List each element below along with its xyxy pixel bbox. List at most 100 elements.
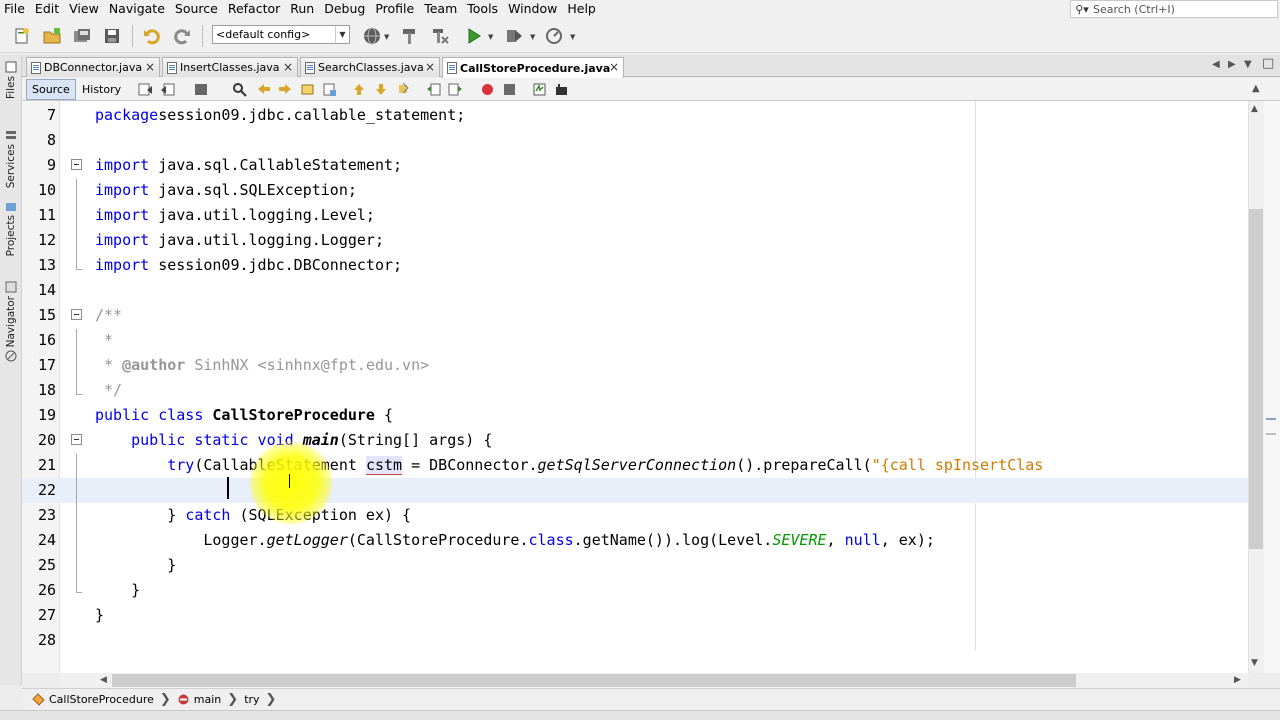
- menu-file[interactable]: File: [0, 0, 31, 18]
- code-line[interactable]: 21 try(CallableStatement cstm = DBConnec…: [22, 453, 1248, 478]
- toggle-bookmark-2-icon[interactable]: [396, 82, 411, 97]
- vertical-scrollbar-thumb[interactable]: [1249, 209, 1263, 549]
- fold-toggle-icon[interactable]: [71, 159, 82, 170]
- close-icon[interactable]: ×: [283, 60, 293, 74]
- redo-icon[interactable]: [170, 24, 194, 48]
- breadcrumb-class[interactable]: CallStoreProcedure: [32, 693, 154, 706]
- search-input[interactable]: Search (Ctrl+I): [1093, 3, 1175, 16]
- scroll-down-icon[interactable]: ▼: [1251, 658, 1258, 668]
- tab-scroll-right-icon[interactable]: ▶: [1228, 59, 1236, 70]
- tab-searchclasses[interactable]: SearchClasses.java ×: [300, 57, 440, 77]
- code-line[interactable]: 16 *: [22, 328, 1248, 353]
- code-line[interactable]: 28: [22, 628, 1248, 653]
- projects-tab[interactable]: Projects: [0, 200, 22, 256]
- maximize-icon[interactable]: □: [1262, 56, 1274, 71]
- scroll-up-icon[interactable]: ▲: [1251, 104, 1258, 114]
- horizontal-scrollbar-thumb[interactable]: [112, 674, 1076, 687]
- tab-callstoreprocedure[interactable]: CallStoreProcedure.java ×: [442, 57, 624, 78]
- code-line[interactable]: 22: [22, 478, 1248, 503]
- scroll-left-icon[interactable]: ◀: [100, 675, 107, 685]
- menu-profile[interactable]: Profile: [371, 0, 420, 18]
- run-icon[interactable]: [462, 24, 486, 48]
- close-icon[interactable]: ×: [425, 60, 435, 74]
- fold-toggle-icon[interactable]: [71, 309, 82, 320]
- toggle-highlight-icon[interactable]: [300, 82, 315, 97]
- code-line[interactable]: 9 import java.sql.CallableStatement;: [22, 153, 1248, 178]
- menu-view[interactable]: View: [65, 0, 105, 18]
- breadcrumb-try[interactable]: try: [244, 693, 259, 706]
- search-box[interactable]: ⚲▾ Search (Ctrl+I): [1070, 0, 1278, 18]
- shift-left-icon[interactable]: [426, 82, 441, 97]
- code-line[interactable]: 8: [22, 128, 1248, 153]
- next-bookmark-icon[interactable]: [374, 82, 389, 97]
- stop-macro-icon[interactable]: [502, 82, 517, 97]
- menu-source[interactable]: Source: [171, 0, 224, 18]
- history-button[interactable]: History: [76, 79, 127, 100]
- last-edit-icon[interactable]: [138, 82, 153, 97]
- code-line[interactable]: 20 public static void main(String[] args…: [22, 428, 1248, 453]
- code-line[interactable]: 13 import session09.jdbc.DBConnector;: [22, 253, 1248, 278]
- editor-split-icon[interactable]: ▲: [1252, 83, 1260, 94]
- chevron-right-icon: ❯: [159, 692, 171, 707]
- code-line[interactable]: 10 import java.sql.SQLException;: [22, 178, 1248, 203]
- tab-scroll-left-icon[interactable]: ◀: [1212, 59, 1220, 70]
- uncomment-icon[interactable]: [554, 82, 569, 97]
- code-line[interactable]: 15 /**: [22, 303, 1248, 328]
- code-line[interactable]: 19 public class CallStoreProcedure {: [22, 403, 1248, 428]
- navigator-tab[interactable]: Navigator: [0, 281, 22, 365]
- profile-icon[interactable]: [542, 24, 566, 48]
- open-project-icon[interactable]: [70, 24, 94, 48]
- code-line[interactable]: 25 }: [22, 553, 1248, 578]
- menu-debug[interactable]: Debug: [320, 0, 371, 18]
- code-line[interactable]: 18 */: [22, 378, 1248, 403]
- code-line[interactable]: 24 Logger.getLogger(CallStoreProcedure.c…: [22, 528, 1248, 553]
- tab-dbconnector[interactable]: DBConnector.java ×: [26, 57, 160, 77]
- globe-icon[interactable]: [360, 24, 384, 48]
- files-tab[interactable]: Files: [0, 61, 22, 99]
- close-icon[interactable]: ×: [145, 60, 155, 74]
- comment-icon[interactable]: [532, 82, 547, 97]
- save-all-icon[interactable]: [100, 24, 124, 48]
- previous-bookmark-icon[interactable]: [352, 82, 367, 97]
- toggle-bookmark-icon[interactable]: [322, 82, 337, 97]
- menu-navigate[interactable]: Navigate: [105, 0, 171, 18]
- record-macro-icon[interactable]: [480, 82, 495, 97]
- forward-icon[interactable]: [194, 82, 209, 97]
- config-select[interactable]: <default config> ▼: [212, 25, 350, 44]
- menu-help[interactable]: Help: [563, 0, 602, 18]
- shift-right-icon[interactable]: [448, 82, 463, 97]
- services-tab[interactable]: Services: [0, 129, 22, 188]
- tab-list-icon[interactable]: ▼: [1244, 59, 1252, 70]
- source-button[interactable]: Source: [26, 79, 76, 100]
- scroll-right-icon[interactable]: ▶: [1234, 675, 1241, 685]
- code-line[interactable]: 14: [22, 278, 1248, 303]
- menu-run[interactable]: Run: [286, 0, 320, 18]
- find-icon[interactable]: [232, 82, 247, 97]
- new-file-icon[interactable]: [10, 24, 34, 48]
- code-line[interactable]: 23 } catch (SQLException ex) {: [22, 503, 1248, 528]
- find-next-icon[interactable]: [278, 82, 293, 97]
- fold-toggle-icon[interactable]: [71, 434, 82, 445]
- menu-team[interactable]: Team: [420, 0, 463, 18]
- code-line[interactable]: 7 packagesession09.jdbc.callable_statemen…: [22, 103, 1248, 128]
- undo-icon[interactable]: [140, 24, 164, 48]
- tab-insertclasses[interactable]: InsertClasses.java ×: [162, 57, 298, 77]
- close-icon[interactable]: ×: [609, 60, 619, 74]
- code-line[interactable]: 11 import java.util.logging.Level;: [22, 203, 1248, 228]
- menu-refactor[interactable]: Refactor: [224, 0, 286, 18]
- menu-tools[interactable]: Tools: [463, 0, 504, 18]
- clean-build-icon[interactable]: [428, 24, 452, 48]
- back-icon[interactable]: [160, 82, 175, 97]
- build-hammer-icon[interactable]: [398, 24, 422, 48]
- breadcrumb-method[interactable]: main: [177, 693, 221, 706]
- code-line[interactable]: 26 }: [22, 578, 1248, 603]
- find-previous-icon[interactable]: [256, 82, 271, 97]
- code-line[interactable]: 27}: [22, 603, 1248, 628]
- menu-edit[interactable]: Edit: [31, 0, 65, 18]
- debug-icon[interactable]: [502, 24, 526, 48]
- code-line[interactable]: 17 * @author SinhNX <sinhnx@fpt.edu.vn>: [22, 353, 1248, 378]
- code-editor[interactable]: 7 packagesession09.jdbc.callable_statemen…: [22, 101, 1248, 673]
- code-line[interactable]: 12 import java.util.logging.Logger;: [22, 228, 1248, 253]
- menu-window[interactable]: Window: [504, 0, 563, 18]
- new-project-icon[interactable]: [40, 24, 64, 48]
